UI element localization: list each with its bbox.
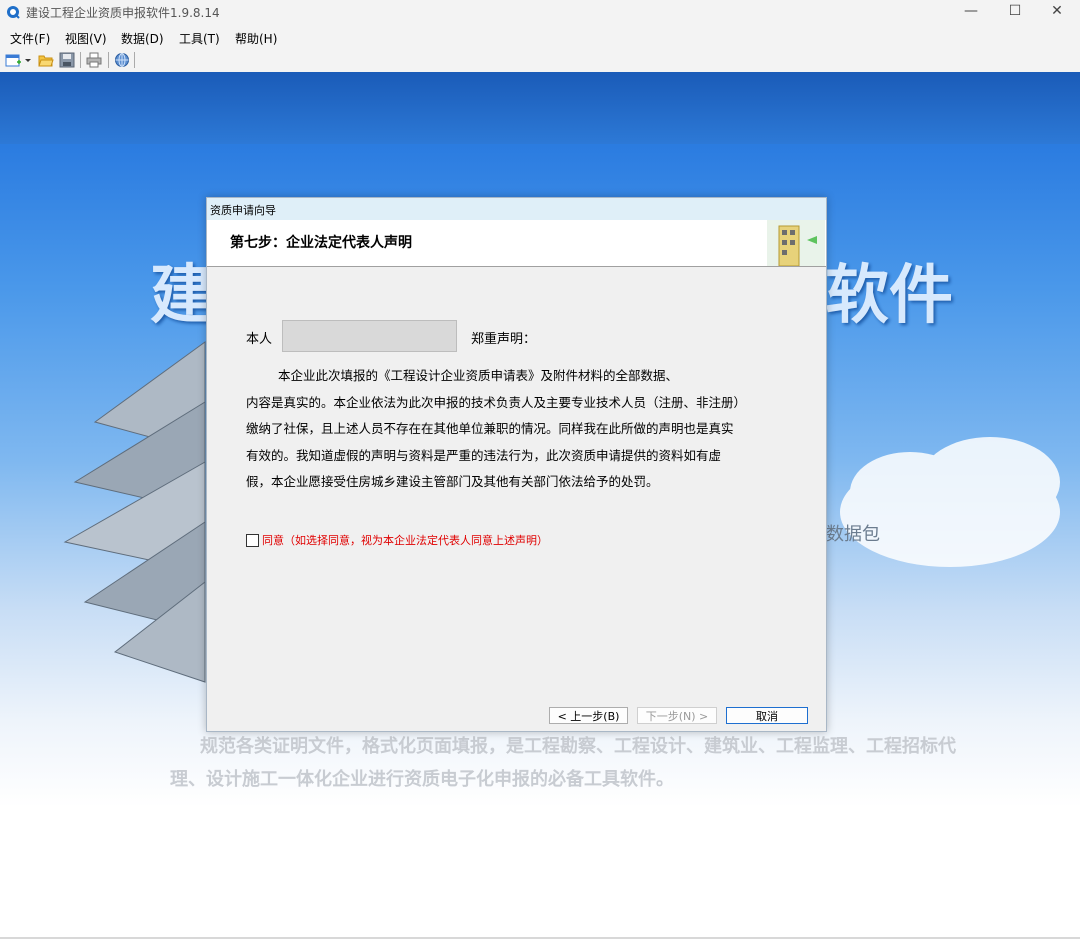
declaration-statement: 本企业此次填报的《工程设计企业资质申请表》及附件材料的全部数据、 内容是真实的。…: [246, 363, 791, 496]
dialog-header: 第七步：企业法定代表人声明: [207, 220, 826, 267]
statement-line: 内容是真实的。本企业依法为此次申报的技术负责人及主要专业技术人员（注册、非注册）: [246, 394, 747, 410]
data-package-label: 数据包: [826, 524, 880, 545]
toolbar-separator: [80, 52, 81, 68]
menu-bar: 文件(F) 视图(V) 数据(D) 工具(T) 帮助(H): [0, 27, 1080, 49]
dropdown-icon[interactable]: [24, 52, 32, 68]
save-icon[interactable]: [59, 52, 75, 68]
document-stack-illustration: [63, 341, 206, 683]
qualification-wizard-dialog: 资质申请向导 第七步：企业法定代表人声明 本人 郑重声明： 本企业此次填报的《工…: [206, 197, 827, 732]
toolbar-separator: [108, 52, 109, 68]
agree-checkbox[interactable]: [246, 534, 259, 547]
title-bar: 建设工程企业资质申报软件1.9.8.14 — ☐ ✕: [0, 0, 1080, 24]
minimize-button[interactable]: —: [948, 0, 994, 24]
statement-line: 缴纳了社保，且上述人员不存在在其他单位兼职的情况。同样我在此所做的声明也是真实: [246, 421, 734, 436]
dialog-title-bar: 资质申请向导: [207, 198, 826, 220]
statement-line: 本企业此次填报的《工程设计企业资质申请表》及附件材料的全部数据、: [278, 368, 679, 383]
app-logo-icon: [7, 6, 20, 19]
statement-line: 假，本企业愿接受住房城乡建设主管部门及其他有关部门依法给予的处罚。: [246, 474, 659, 489]
splash-description: 规范各类证明文件，格式化页面填报，是工程勘察、工程设计、建筑业、工程监理、工程招…: [170, 736, 956, 790]
previous-step-button[interactable]: < 上一步(B): [549, 707, 628, 724]
splash-title-left: 建: [150, 259, 214, 333]
window-title: 建设工程企业资质申报软件1.9.8.14: [26, 6, 220, 20]
cloud-illustration: [840, 437, 1060, 567]
cancel-button[interactable]: 取消: [726, 707, 808, 724]
declarant-label: 本人: [246, 332, 273, 347]
wizard-building-icon: [767, 220, 825, 266]
menu-data[interactable]: 数据(D): [121, 30, 164, 47]
globe-icon[interactable]: [114, 52, 130, 68]
maximize-button[interactable]: ☐: [992, 0, 1038, 24]
new-icon[interactable]: [5, 52, 21, 68]
print-icon[interactable]: [86, 52, 102, 68]
open-folder-icon[interactable]: [38, 52, 54, 68]
header-band: [0, 72, 1080, 144]
agree-label[interactable]: 同意（如选择同意，视为本企业法定代表人同意上述声明）: [262, 532, 548, 548]
menu-tools[interactable]: 工具(T): [179, 30, 220, 47]
splash-title-right: 软件: [825, 259, 953, 333]
menu-view[interactable]: 视图(V): [65, 30, 107, 47]
close-button[interactable]: ✕: [1034, 0, 1080, 24]
toolbar-separator: [134, 52, 135, 68]
menu-help[interactable]: 帮助(H): [235, 30, 277, 47]
menu-file[interactable]: 文件(F): [10, 30, 50, 47]
declare-label: 郑重声明：: [471, 332, 537, 347]
statement-line: 有效的。我知道虚假的声明与资料是严重的违法行为，此次资质申请提供的资料如有虚: [246, 447, 722, 463]
step-title: 第七步：企业法定代表人声明: [230, 235, 412, 251]
representative-name-field[interactable]: [282, 320, 457, 352]
toolbar: [0, 49, 1080, 73]
dialog-title: 资质申请向导: [210, 204, 276, 217]
next-step-button[interactable]: 下一步(N) >: [637, 707, 717, 724]
